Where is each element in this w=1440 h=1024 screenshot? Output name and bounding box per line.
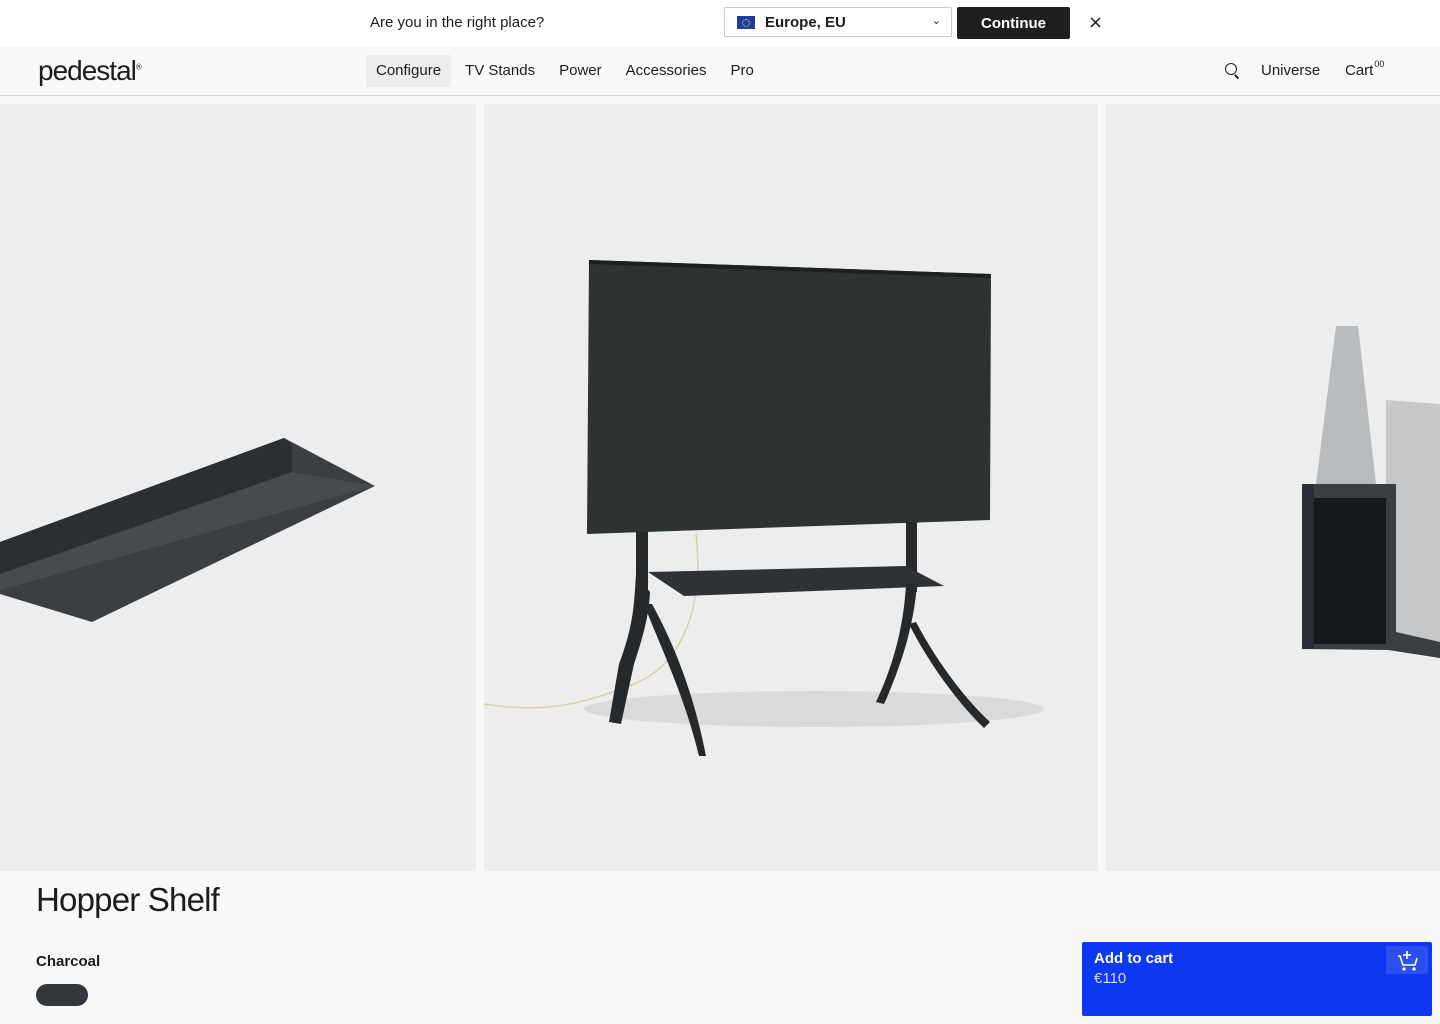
product-title: Hopper Shelf: [36, 881, 220, 918]
cart-label: Cart: [1345, 62, 1374, 79]
gallery-image-shelf-profile[interactable]: [1106, 104, 1440, 871]
region-select-value: Europe, EU: [765, 14, 846, 31]
nav-item-accessories[interactable]: Accessories: [616, 55, 717, 87]
color-swatch-charcoal[interactable]: [36, 984, 88, 1006]
gallery-image-shelf-angle[interactable]: [0, 104, 476, 871]
search-icon[interactable]: [1224, 62, 1240, 79]
region-banner: Are you in the right place? Europe, EU ⌄…: [0, 0, 1440, 47]
add-to-cart-label: Add to cart: [1094, 950, 1174, 967]
main-nav: Configure TV Stands Power Accessories Pr…: [366, 55, 768, 87]
region-question: Are you in the right place?: [370, 14, 545, 31]
nav-item-tv-stands[interactable]: TV Stands: [455, 55, 545, 87]
cart-count: 00: [1374, 59, 1385, 69]
region-select[interactable]: Europe, EU ⌄: [724, 7, 952, 37]
nav-item-configure[interactable]: Configure: [366, 55, 452, 87]
logo-registered-mark: ®: [135, 62, 142, 72]
logo-text: pedestal: [38, 55, 137, 86]
continue-button[interactable]: Continue: [957, 7, 1070, 39]
cart-add-icon: [1386, 946, 1428, 974]
close-icon[interactable]: ×: [1082, 12, 1103, 33]
eu-flag-icon: [737, 16, 755, 29]
logo[interactable]: pedestal®: [38, 55, 142, 87]
nav-item-power[interactable]: Power: [549, 55, 612, 87]
color-label: Charcoal: [36, 953, 101, 970]
universe-link[interactable]: Universe: [1261, 62, 1320, 79]
price: €110: [1094, 970, 1127, 987]
chevron-down-icon: ⌄: [931, 15, 941, 27]
site-header: pedestal® Configure TV Stands Power Acce…: [0, 47, 1440, 96]
gallery-image-tv-stand[interactable]: [484, 104, 1098, 871]
nav-item-pro[interactable]: Pro: [720, 55, 763, 87]
add-to-cart-button[interactable]: Add to cart €110: [1082, 942, 1432, 1016]
cart-link[interactable]: Cart00: [1345, 59, 1385, 79]
